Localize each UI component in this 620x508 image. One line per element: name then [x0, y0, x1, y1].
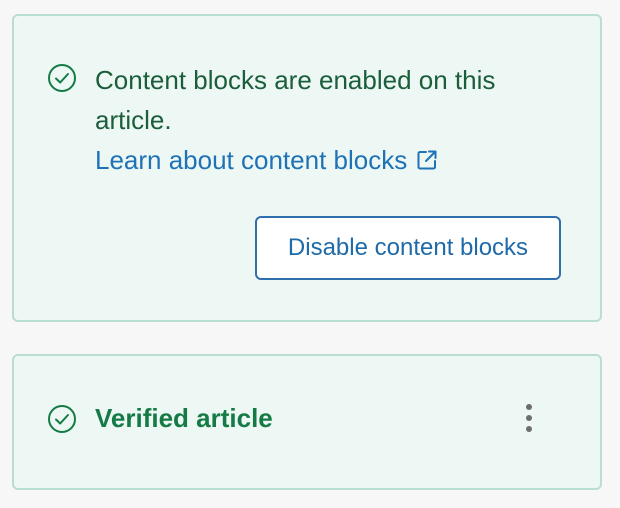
content-blocks-card: Content blocks are enabled on this artic…: [12, 14, 602, 322]
check-circle-icon: [48, 64, 76, 92]
more-vertical-icon-dot: [526, 415, 532, 421]
disable-content-blocks-button[interactable]: Disable content blocks: [255, 216, 561, 280]
external-link-icon: [417, 150, 437, 170]
verified-article-label: Verified article: [95, 403, 273, 433]
content-blocks-enabled-message: Content blocks are enabled on this artic…: [95, 65, 496, 135]
learn-link-label: Learn about content blocks: [95, 145, 408, 175]
more-options-button[interactable]: [514, 396, 544, 440]
more-vertical-icon-dot: [526, 426, 532, 432]
learn-about-content-blocks-link[interactable]: Learn about content blocks: [95, 140, 438, 180]
verified-article-card: Verified article: [12, 354, 602, 490]
check-circle-icon: [48, 405, 76, 433]
more-vertical-icon-dot: [526, 404, 532, 410]
